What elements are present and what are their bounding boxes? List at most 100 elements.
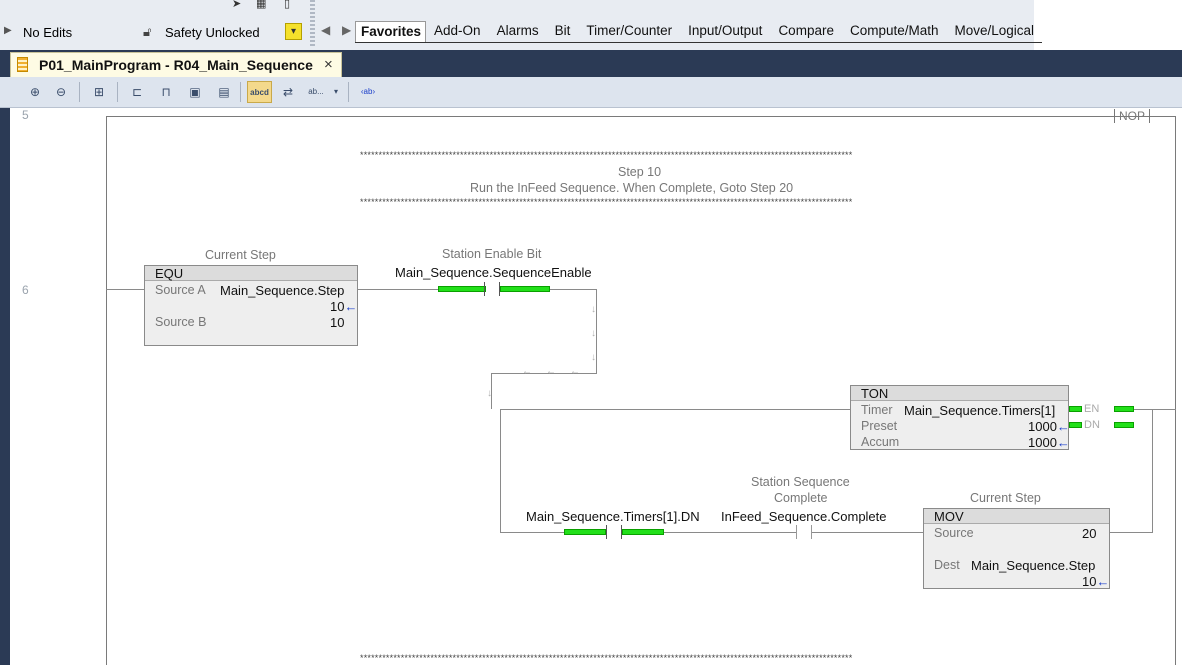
timer-tag[interactable]: Main_Sequence.Timers[1] xyxy=(904,403,1055,418)
equ-instruction[interactable]: EQU Source A Main_Sequence.Step 10← Sour… xyxy=(144,265,358,346)
tab-alarms[interactable]: Alarms xyxy=(489,21,547,42)
mov-description: Current Step xyxy=(970,491,1041,505)
xic-enable-tag[interactable]: Main_Sequence.SequenceEnable xyxy=(395,265,592,280)
tab-add-on[interactable]: Add-On xyxy=(426,21,489,42)
branch-wire xyxy=(500,409,501,533)
mov-instruction[interactable]: MOV Source 20 Dest Main_Sequence.Step 10… xyxy=(923,508,1110,589)
clipboard-icon[interactable]: ▯ xyxy=(284,0,290,10)
expand-arrow-icon[interactable]: ▶ xyxy=(4,25,12,36)
tab-input-output[interactable]: Input/Output xyxy=(680,21,770,42)
routine-view-icon[interactable]: ⊞ xyxy=(88,81,110,103)
xic-complete-description1: Station Sequence xyxy=(751,475,850,489)
top-toolbar-area: ➤ ▦ ▯ ▶ No Edits 🔓︎ Safety Unlocked ▾ ◀ … xyxy=(0,0,1182,50)
value-arrow-icon: ← xyxy=(1056,435,1070,450)
left-edge-bar xyxy=(0,108,10,665)
ton-instruction[interactable]: TON Timer Main_Sequence.Timers[1] Preset… xyxy=(850,385,1070,450)
tab-bit[interactable]: Bit xyxy=(547,21,579,42)
document-tab-bar: P01_MainProgram - R04_Main_Sequence × xyxy=(0,50,1182,77)
ton-en-bit: EN xyxy=(1084,403,1100,415)
rung-number: 5 xyxy=(22,108,29,122)
chevron-down-icon[interactable]: ▾ xyxy=(330,81,342,103)
tab-compare[interactable]: Compare xyxy=(770,21,842,42)
ton-dn-bit: DN xyxy=(1084,419,1100,431)
nop-instruction[interactable]: NOP xyxy=(1114,109,1151,123)
left-power-rail xyxy=(106,116,107,665)
close-icon[interactable]: × xyxy=(324,56,333,73)
branch-wire xyxy=(1152,409,1153,533)
rung-wire xyxy=(106,289,144,290)
zoom-in-icon[interactable]: ⊕ xyxy=(24,81,46,103)
xic-enable-contact[interactable] xyxy=(484,282,500,296)
toolbar-separator xyxy=(79,82,80,102)
energized-wire xyxy=(1069,406,1082,412)
branch-wire xyxy=(1110,532,1152,533)
value-arrow-icon: ← xyxy=(344,299,358,314)
zoom-out-icon[interactable]: ⊖ xyxy=(50,81,72,103)
branch-wire xyxy=(812,532,923,533)
branch-wire xyxy=(500,532,564,533)
nav-left-icon[interactable]: ◀ xyxy=(321,23,330,37)
comment-stars: ****************************************… xyxy=(360,197,853,207)
energized-wire xyxy=(622,529,664,535)
pointer-icon[interactable]: ➤ xyxy=(232,0,241,10)
no-edits-label: No Edits xyxy=(23,25,73,40)
branch-icon[interactable]: ⊓ xyxy=(155,81,177,103)
tab-move-logical[interactable]: Move/Logical xyxy=(947,21,1043,42)
comment-stars: ****************************************… xyxy=(360,653,853,663)
energized-wire xyxy=(500,286,550,292)
mov-dest-value: 10← xyxy=(1082,574,1109,589)
rung-wire xyxy=(550,289,596,290)
document-tab[interactable]: P01_MainProgram - R04_Main_Sequence × xyxy=(10,52,342,77)
equ-header: EQU xyxy=(145,266,357,281)
flow-arrow-icon: ← xyxy=(546,366,556,377)
accum-value: 1000← xyxy=(1028,435,1070,450)
xic-timer-dn-contact[interactable] xyxy=(606,525,622,539)
preset-value: 1000← xyxy=(1028,419,1070,434)
value-arrow-icon: ← xyxy=(1056,419,1070,434)
source-a-value-text: 10 xyxy=(330,299,345,314)
ab-tag-icon[interactable]: ‹ab› xyxy=(357,81,379,103)
flow-arrow-icon: ↓ xyxy=(591,352,596,363)
rung-comment-line2: Run the InFeed Sequence. When Complete, … xyxy=(470,181,794,195)
xic-complete-tag[interactable]: InFeed_Sequence.Complete xyxy=(721,509,887,524)
ladder-editor[interactable]: 5 6 NOP ********************************… xyxy=(10,108,1182,665)
energized-wire xyxy=(1069,422,1082,428)
instruction-icon[interactable]: ▣ xyxy=(184,81,206,103)
safety-toggle-button[interactable]: ▾ xyxy=(285,23,302,40)
text-replace-icon[interactable]: ⇄ xyxy=(277,81,299,103)
grid-icon[interactable]: ▦ xyxy=(256,0,266,10)
right-power-rail xyxy=(1175,116,1176,665)
flow-arrow-icon: ← xyxy=(522,366,532,377)
preset-label: Preset xyxy=(861,419,898,433)
flow-arrow-icon: ↓ xyxy=(591,328,596,339)
tab-timer-counter[interactable]: Timer/Counter xyxy=(578,21,680,42)
toolbar-separator xyxy=(348,82,349,102)
xic-enable-description: Station Enable Bit xyxy=(442,247,542,261)
mov-header: MOV xyxy=(924,509,1109,524)
rung-number: 6 xyxy=(22,283,29,297)
source-a-tag[interactable]: Main_Sequence.Step xyxy=(220,283,344,298)
preset-value-text: 1000 xyxy=(1028,419,1057,434)
nav-right-icon[interactable]: ▶ xyxy=(342,23,351,37)
toolbar-grip[interactable] xyxy=(310,0,315,46)
ladder-toolbar: ⊕ ⊖ ⊞ ⊏ ⊓ ▣ ▤ abcd ⇄ ab... ▾ ‹ab› xyxy=(0,77,1182,108)
energized-wire xyxy=(1114,422,1134,428)
flow-arrow-icon: ← xyxy=(570,366,580,377)
timer-label: Timer xyxy=(861,403,893,417)
rung-number-gutter: 5 6 xyxy=(10,108,106,665)
tab-favorites[interactable]: Favorites xyxy=(355,21,427,42)
element-icon[interactable]: ▤ xyxy=(213,81,235,103)
source-b-label: Source B xyxy=(155,315,207,329)
accum-label: Accum xyxy=(861,435,900,449)
mov-dest-tag[interactable]: Main_Sequence.Step xyxy=(971,558,1095,573)
instruction-tabs: Favorites Add-On Alarms Bit Timer/Counte… xyxy=(355,21,1043,43)
ab-dropdown-icon[interactable]: ab... xyxy=(305,81,327,103)
mov-source-label: Source xyxy=(934,526,974,540)
xic-complete-contact[interactable] xyxy=(796,525,812,539)
rung-wire xyxy=(596,289,597,373)
tab-compute-math[interactable]: Compute/Math xyxy=(842,21,947,42)
abcd-toggle-icon[interactable]: abcd xyxy=(247,81,272,103)
flow-arrow-icon: ↓ xyxy=(591,304,596,315)
rung-icon[interactable]: ⊏ xyxy=(126,81,148,103)
xic-timer-dn-tag[interactable]: Main_Sequence.Timers[1].DN xyxy=(526,509,700,524)
